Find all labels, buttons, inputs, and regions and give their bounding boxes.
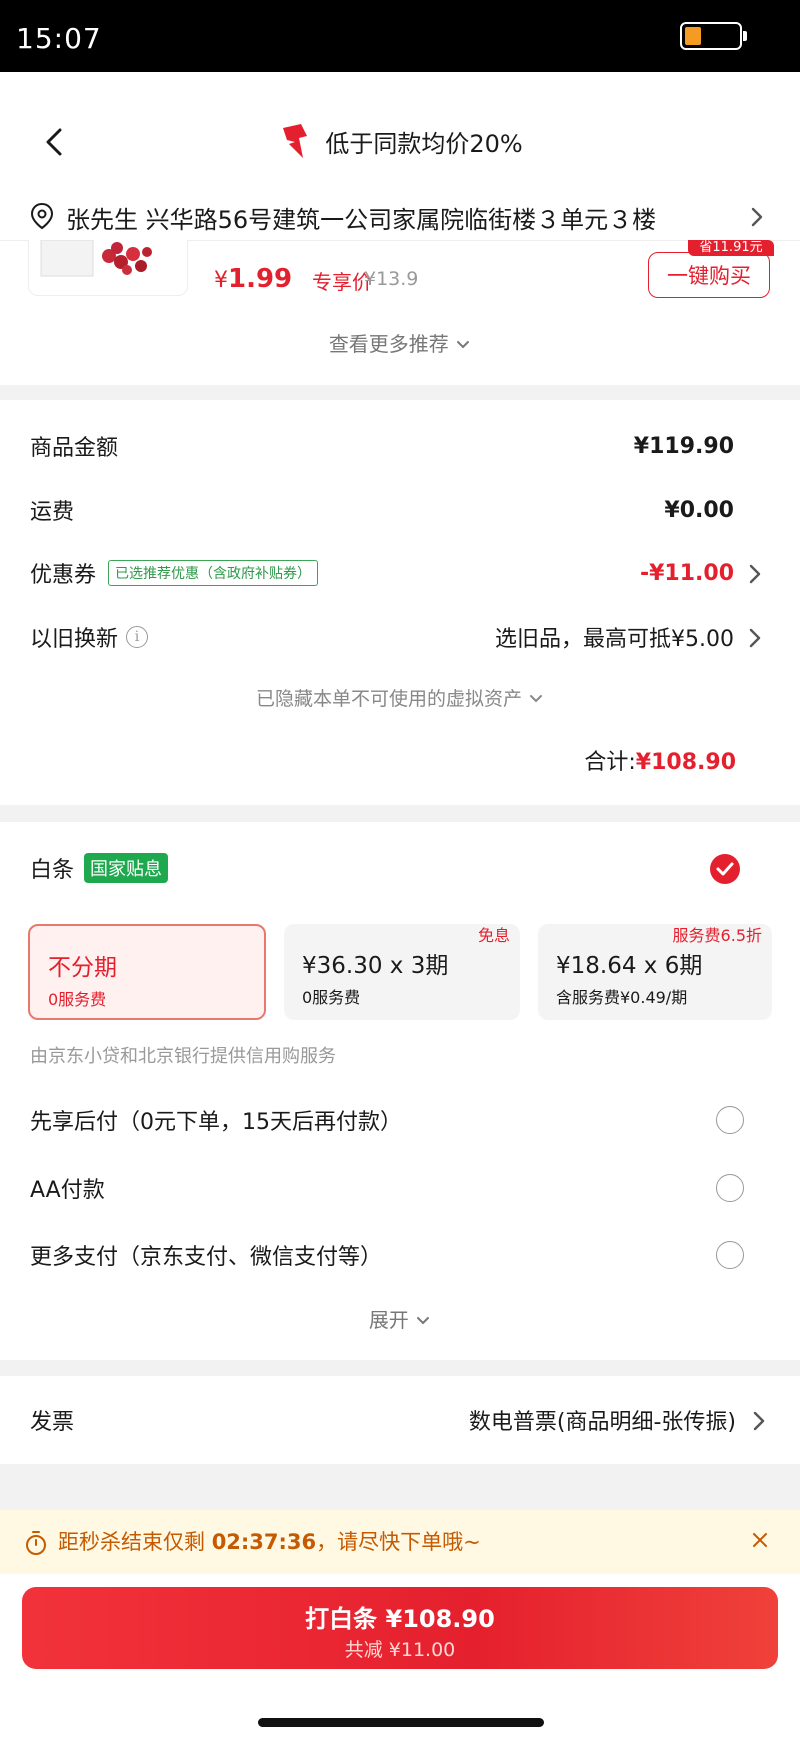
invoice-label: 发票 xyxy=(30,1410,75,1435)
payment-card xyxy=(0,822,800,1360)
total-value: ¥108.90 xyxy=(635,750,736,775)
goods-amount-row: 商品金额 ¥119.90 xyxy=(30,426,770,466)
expand-label: 展开 xyxy=(368,1308,409,1332)
timer-icon xyxy=(26,1531,46,1555)
address-row[interactable]: 张先生 兴华路56号建筑一公司家属院临街楼３单元３楼 xyxy=(0,192,800,240)
trade-in-label: 以旧换新 xyxy=(30,627,119,652)
plan-main: 不分期 xyxy=(48,955,117,981)
radio-button[interactable] xyxy=(716,1174,744,1202)
original-price: ¥13.9 xyxy=(364,268,419,290)
coupon-label: 优惠券 xyxy=(30,563,97,588)
trade-in-row[interactable]: 以旧换新 i 选旧品，最高可抵¥5.00 xyxy=(30,617,770,657)
status-bar: 15:07 xyxy=(0,0,800,72)
page-title: 低于同款均价20% xyxy=(0,118,800,164)
pay-option-label: 先享后付（0元下单，15天后再付款） xyxy=(30,1110,402,1135)
more-recommendations-label: 查看更多推荐 xyxy=(328,332,449,356)
exclusive-price-tag: 专享价 xyxy=(312,270,372,294)
price-value: 1.99 xyxy=(228,264,293,294)
pay-button-savings: 共减 ¥11.00 xyxy=(344,1639,456,1661)
chevron-right-icon xyxy=(751,207,763,227)
goods-amount-value: ¥119.90 xyxy=(633,433,734,459)
shipping-label: 运费 xyxy=(30,500,75,525)
info-icon[interactable]: i xyxy=(126,626,149,648)
chevron-down-icon xyxy=(417,1317,430,1325)
radio-button[interactable] xyxy=(716,1241,744,1269)
baitiao-label: 白条 xyxy=(30,858,75,883)
chevron-down-icon xyxy=(530,695,543,703)
location-pin-icon xyxy=(30,202,54,230)
total-label: 合计: xyxy=(584,750,636,775)
more-payment-option[interactable]: 更多支付（京东支付、微信支付等） xyxy=(30,1235,770,1275)
radio-button[interactable] xyxy=(716,1106,744,1134)
pay-option-label: AA付款 xyxy=(30,1178,105,1203)
invoice-value: 数电普票(商品明细-张传振) xyxy=(468,1410,736,1435)
shipping-row: 运费 ¥0.00 xyxy=(30,490,770,530)
hidden-assets-toggle[interactable]: 已隐藏本单不可使用的虚拟资产 xyxy=(0,684,800,711)
battery-cap xyxy=(743,31,747,41)
pay-later-option[interactable]: 先享后付（0元下单，15天后再付款） xyxy=(30,1100,770,1140)
address-text: 张先生 兴华路56号建筑一公司家属院临街楼３单元３楼 xyxy=(66,206,657,234)
goods-amount-label: 商品金额 xyxy=(30,436,119,461)
flash-suffix: ，请尽快下单哦~ xyxy=(316,1530,481,1554)
plan-sub: 0服务费 xyxy=(48,990,107,1009)
chevron-right-icon xyxy=(749,564,761,584)
plan-sub: 0服务费 xyxy=(302,988,361,1007)
chevron-right-icon xyxy=(749,628,761,648)
credit-note: 由京东小贷和北京银行提供信用购服务 xyxy=(30,1046,336,1067)
plan-main: ¥18.64 x 6期 xyxy=(556,953,703,979)
hidden-assets-label: 已隐藏本单不可使用的虚拟资产 xyxy=(255,688,522,710)
plan-6-installments[interactable]: 服务费6.5折 ¥18.64 x 6期 含服务费¥0.49/期 xyxy=(538,924,772,1020)
home-indicator[interactable] xyxy=(258,1718,544,1727)
pay-with-baitiao-button[interactable]: 打白条 ¥108.90 共减 ¥11.00 xyxy=(22,1587,778,1669)
coupon-tag: 已选推荐优惠（含政府补贴券） xyxy=(108,560,319,586)
check-icon xyxy=(716,862,734,876)
recommended-product-image[interactable] xyxy=(28,240,188,296)
baitiao-option[interactable]: 白条 国家贴息 xyxy=(30,852,169,884)
save-badge: 省11.91元 xyxy=(688,240,774,256)
shipping-value: ¥0.00 xyxy=(664,497,734,523)
one-click-buy-button[interactable]: 一键购买 xyxy=(648,252,770,298)
plan-no-installment[interactable]: 不分期 0服务费 xyxy=(28,924,266,1020)
more-recommendations-link[interactable]: 查看更多推荐 xyxy=(0,328,800,357)
recommended-price: ¥1.99 xyxy=(214,264,292,294)
pay-button-label: 打白条 ¥108.90 xyxy=(305,1605,495,1633)
plan-main: ¥36.30 x 3期 xyxy=(302,953,449,979)
lightning-icon xyxy=(283,124,308,158)
trade-in-value: 选旧品，最高可抵¥5.00 xyxy=(495,627,734,652)
flash-sale-text: 距秒杀结束仅剩 02:37:36，请尽快下单哦~ xyxy=(58,1526,481,1556)
countdown-time: 02:37:36 xyxy=(211,1530,317,1554)
close-icon[interactable] xyxy=(750,1530,770,1550)
currency-symbol: ¥ xyxy=(214,268,228,293)
chevron-right-icon xyxy=(753,1411,765,1431)
aa-payment-option[interactable]: AA付款 xyxy=(30,1168,770,1208)
flash-prefix: 距秒杀结束仅剩 xyxy=(58,1530,212,1554)
expand-payments-toggle[interactable]: 展开 xyxy=(0,1304,800,1333)
chevron-down-icon xyxy=(457,341,470,349)
coupon-row[interactable]: 优惠券 已选推荐优惠（含政府补贴券） -¥11.00 xyxy=(30,553,770,593)
plan-corner-badge: 服务费6.5折 xyxy=(672,926,762,945)
plan-corner-badge: 免息 xyxy=(477,926,510,945)
baitiao-selected-check[interactable] xyxy=(710,854,740,884)
pay-option-label: 更多支付（京东支付、微信支付等） xyxy=(30,1245,383,1270)
total-row: 合计:¥108.90 xyxy=(584,744,736,776)
battery-icon xyxy=(680,22,742,50)
battery-level xyxy=(685,27,701,45)
plan-3-installments[interactable]: 免息 ¥36.30 x 3期 0服务费 xyxy=(284,924,520,1020)
national-subsidy-tag: 国家贴息 xyxy=(84,853,169,883)
status-time: 15:07 xyxy=(16,22,102,55)
title-text: 低于同款均价20% xyxy=(325,129,523,158)
coupon-value: -¥11.00 xyxy=(639,560,734,586)
plan-sub: 含服务费¥0.49/期 xyxy=(556,988,688,1007)
